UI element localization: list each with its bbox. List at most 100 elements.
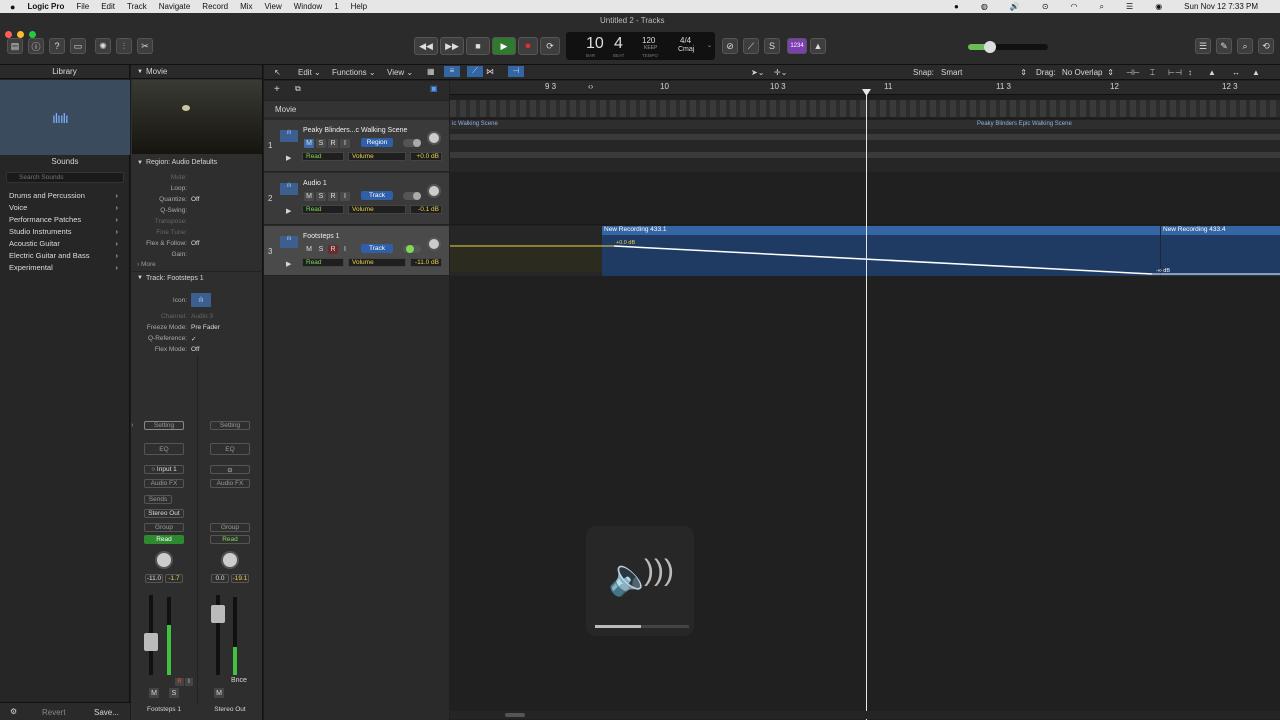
lcd-display[interactable]: 10 4 BAR BEAT 120 KEEP TEMPO 4/4 Cmaj ⌄ <box>566 32 715 60</box>
region-param-quantize[interactable]: Quantize: Off <box>131 194 263 205</box>
strip2-automation-button[interactable]: Read <box>210 535 250 544</box>
mute-button[interactable]: M <box>304 245 314 254</box>
strip2-fader[interactable] <box>211 605 225 623</box>
lane-2[interactable] <box>450 173 1280 225</box>
grid-view-icon[interactable]: ▦ <box>427 67 435 76</box>
solo-button[interactable]: S <box>316 139 326 148</box>
library-item-acoustic[interactable]: Acoustic Guitar › <box>0 237 130 249</box>
strip1-fader[interactable] <box>144 633 158 651</box>
strip2-pan-knob[interactable] <box>221 551 239 569</box>
revert-button[interactable]: Revert <box>42 708 66 717</box>
track-param-channel[interactable]: Channel: Audio 3 <box>131 311 263 322</box>
strip1-output-button[interactable]: Stereo Out <box>144 509 184 518</box>
rewind-button[interactable]: ◀◀ <box>414 37 438 55</box>
cycle-marker-icon[interactable]: ‹› <box>588 82 593 91</box>
menu-help[interactable]: Help <box>351 2 367 11</box>
record-button[interactable]: ● <box>518 37 538 55</box>
vertical-fit-icon[interactable]: ⌶ <box>1150 68 1155 78</box>
clock[interactable]: Sun Nov 12 7:33 PM <box>1184 2 1258 11</box>
duplicate-track-button[interactable]: ⧉ <box>295 84 301 94</box>
region-header[interactable]: ▼ Region: Audio Defaults <box>131 156 263 169</box>
track-name[interactable]: Peaky Blinders...c Walking Scene <box>303 127 407 134</box>
region-param-finetune[interactable]: Fine Tune: <box>131 227 263 238</box>
scrollbar-thumb[interactable] <box>505 713 525 717</box>
close-window-button[interactable] <box>5 31 12 38</box>
region-param-gain[interactable]: Gain: <box>131 249 263 260</box>
automation-param-select[interactable]: Volume <box>348 258 406 267</box>
automation-param-select[interactable]: Volume <box>348 205 406 214</box>
snap-select[interactable]: Smart ⇕ <box>941 68 1027 77</box>
siri-icon[interactable]: ◉ <box>1155 2 1162 11</box>
global-tracks-button[interactable]: ▣ <box>430 84 438 93</box>
strip1-input-monitor-button[interactable]: I <box>185 678 193 686</box>
track-onoff-switch[interactable] <box>403 245 421 253</box>
strip1-record-button[interactable]: R <box>175 678 184 686</box>
region-param-loop[interactable]: Loop: <box>131 183 263 194</box>
back-arrow-icon[interactable]: ↖ <box>274 68 281 77</box>
search-icon[interactable]: ⌕ <box>1100 2 1104 12</box>
minimize-window-button[interactable] <box>17 31 24 38</box>
movie-global-track[interactable]: Movie <box>264 100 449 117</box>
menu-file[interactable]: File <box>76 2 89 11</box>
track-onoff-switch[interactable] <box>403 192 421 200</box>
mute-button[interactable]: M <box>304 139 314 148</box>
horizontal-scrollbar[interactable] <box>450 711 1280 719</box>
library-item-studio[interactable]: Studio Instruments › <box>0 225 130 237</box>
track-volume-knob[interactable] <box>427 237 441 251</box>
volume-icon[interactable]: 🔊 <box>1010 2 1020 11</box>
movie-thumbnail[interactable] <box>132 80 262 154</box>
cycle-button[interactable]: ⟳ <box>540 37 560 55</box>
library-item-experimental[interactable]: Experimental › <box>0 261 130 273</box>
strip2-eq-button[interactable]: EQ <box>210 443 250 455</box>
lane-1[interactable]: ic Walking Scene Peaky Blinders Epic Wal… <box>450 120 1280 172</box>
track-param-qref[interactable]: Q-Reference: ✓ <box>131 333 263 344</box>
track-icon-row[interactable]: Icon: ılı <box>131 293 263 307</box>
browser-search-button[interactable]: ⌕ <box>1237 38 1253 54</box>
zoom-large-icon[interactable]: ▲ <box>1252 68 1260 77</box>
zoom-small-icon[interactable]: ▲ <box>1208 68 1216 77</box>
track-header-1[interactable]: 1 ılı Peaky Blinders...c Walking Scene M… <box>264 120 449 172</box>
gear-icon[interactable]: ⚙ <box>10 707 17 716</box>
menu-track[interactable]: Track <box>127 2 147 11</box>
disclosure-play-icon[interactable]: ▶ <box>286 207 291 215</box>
vertical-zoom-icon[interactable]: ↕ <box>1188 68 1192 77</box>
automation-param-select[interactable]: Volume <box>348 152 406 161</box>
track-name[interactable]: Footsteps 1 <box>303 233 340 240</box>
strip1-mute-button[interactable]: M <box>149 688 159 698</box>
smart-controls-button[interactable]: ✺ <box>95 38 111 54</box>
region-param-transpose[interactable]: Transpose: <box>131 216 263 227</box>
editors-button[interactable]: ✂ <box>137 38 153 54</box>
strip2-peak-readout[interactable]: -19.1 <box>231 574 249 583</box>
menu-1[interactable]: 1 <box>334 2 338 11</box>
region-param-qswing[interactable]: Q-Swing: <box>131 205 263 216</box>
strip2-setting-button[interactable]: Setting <box>210 421 250 430</box>
playhead[interactable] <box>866 91 867 720</box>
automation-value-field[interactable]: -11.0 dB <box>410 258 442 267</box>
zoom-window-button[interactable] <box>29 31 36 38</box>
automation-icon[interactable]: ⟋ <box>467 66 483 77</box>
strip2-audiofx-button[interactable]: Audio FX <box>210 479 250 488</box>
crosshair-tool-icon[interactable]: ✛⌄ <box>774 68 787 77</box>
view-menu[interactable]: View ⌄ <box>387 68 413 77</box>
strip2-group-button[interactable]: Group <box>210 523 250 532</box>
disclosure-play-icon[interactable]: ▶ <box>286 154 291 162</box>
wifi-icon[interactable]: ◠ <box>1071 2 1078 11</box>
strip1-peak-readout[interactable]: -1.7 <box>165 574 183 583</box>
replace-button[interactable]: ⊘ <box>722 38 738 54</box>
master-volume-knob[interactable] <box>984 41 996 53</box>
fast-forward-button[interactable]: ▶▶ <box>440 37 464 55</box>
pointer-tool-icon[interactable]: ➤⌄ <box>751 68 764 77</box>
strip2-link-button[interactable]: ⊙ <box>210 465 250 474</box>
strip1-input-button[interactable]: ○ Input 1 <box>144 465 184 474</box>
mixer-button[interactable]: ⫶ <box>116 38 132 54</box>
track-volume-knob[interactable] <box>427 131 441 145</box>
record-enable-button[interactable]: R <box>328 245 338 254</box>
solo-button[interactable]: S <box>316 192 326 201</box>
track-waveform-icon[interactable]: ılı <box>280 183 298 195</box>
play-button[interactable]: ▶ <box>492 37 516 55</box>
menu-edit[interactable]: Edit <box>101 2 115 11</box>
master-volume-slider[interactable] <box>968 41 1048 53</box>
mute-button[interactable]: M <box>304 192 314 201</box>
list-editors-button[interactable]: ☰ <box>1195 38 1211 54</box>
automation-value-field[interactable]: -0.1 dB <box>410 205 442 214</box>
